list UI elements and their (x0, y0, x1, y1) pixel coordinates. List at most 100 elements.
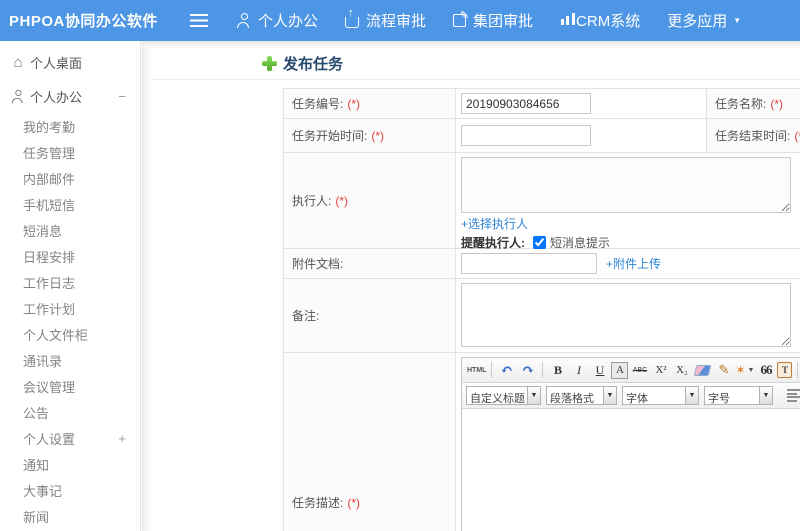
custom-title-select[interactable]: 自定义标题 ▼ (466, 386, 541, 405)
sidebar-item-label: 内部邮件 (23, 171, 76, 187)
executor-label: 执行人: (*) (284, 153, 456, 248)
sidebar-item-label: 个人桌面 (30, 55, 83, 71)
topbar-shadow (142, 41, 800, 48)
sidebar-item[interactable]: 工作计划 (0, 295, 140, 321)
user-icon (11, 89, 25, 103)
remark-label: 备注: (284, 279, 456, 352)
font-background-button[interactable]: A (611, 361, 629, 379)
caret-down-icon: ▼ (747, 366, 755, 374)
topnav-item-1[interactable]: 个人办公 (236, 10, 318, 31)
sidebar-item[interactable]: 个人办公 − (0, 79, 140, 113)
topnav-item-label: 流程审批 (366, 13, 427, 30)
italic-button[interactable]: I (569, 361, 588, 380)
editor-toolbar-row1: HTML↶↷BIUAABCX²X₂✎✶▼66TA▼ (462, 358, 800, 383)
redo-icon[interactable]: ↷ (518, 361, 537, 380)
underline-button[interactable]: U (590, 361, 609, 380)
expand-icon[interactable]: + (118, 431, 126, 446)
topnav-item-3[interactable]: 集团审批 (453, 9, 534, 31)
page-title-bar: 发布任务 (142, 48, 800, 80)
sidebar-item-label: 大事记 (23, 483, 63, 499)
sidebar-item[interactable]: 日程安排 (0, 243, 140, 269)
sidebar-item[interactable]: 内部邮件 (0, 165, 140, 191)
sidebar-item[interactable]: 个人设置 + (0, 425, 140, 451)
publish-task-form: 任务编号: (*) 任务名称: (*) 任务开始时间: (*) (283, 88, 800, 531)
task-number-input[interactable] (461, 93, 591, 114)
editor-content-area[interactable] (462, 409, 800, 531)
collapse-icon[interactable]: − (118, 89, 126, 104)
dropdown-value: 字号 (704, 386, 760, 405)
sidebar-item[interactable]: 通知 (0, 451, 140, 477)
sidebar-item[interactable]: 新闻 (0, 503, 140, 529)
caret-down-icon[interactable]: ▼ (760, 386, 773, 405)
sidebar-shadow (142, 48, 153, 531)
sidebar-item[interactable]: 任务管理 (0, 139, 140, 165)
sidebar-item[interactable]: 工作日志 (0, 269, 140, 295)
bold-button[interactable]: B (548, 361, 567, 380)
topnav-item-5[interactable]: 更多应用 ▼ (667, 10, 741, 31)
start-time-input[interactable] (461, 125, 591, 146)
sidebar-item[interactable]: 通讯录 (0, 347, 140, 373)
executor-textarea[interactable] (461, 157, 791, 213)
row-attachment: 附件文档: +附件上传 (284, 249, 800, 279)
sidebar-item[interactable]: ⌂ 个人桌面 (0, 45, 140, 79)
caret-down-icon[interactable]: ▼ (604, 386, 617, 405)
topnav-item-label: 更多应用 (667, 13, 728, 30)
topnav: 个人办公 流程审批 集团审批 CRM系统 更多应用 ▼ (236, 8, 768, 31)
row-remark: 备注: (284, 279, 800, 353)
sidebar-item-label: 个人办公 (30, 89, 83, 105)
undo-icon[interactable]: ↶ (497, 361, 516, 380)
page-title: 发布任务 (283, 56, 344, 73)
paragraph-format-select[interactable]: 段落格式 ▼ (546, 386, 617, 405)
alignment-buttons (786, 388, 800, 403)
toolbar-separator (797, 362, 799, 378)
choose-executor-link[interactable]: +选择执行人 (461, 216, 528, 232)
strikethrough-button[interactable]: ABC (630, 361, 649, 380)
attachment-input[interactable] (461, 253, 597, 274)
required-mark: (*) (371, 128, 385, 143)
align-left-icon[interactable] (786, 388, 800, 403)
superscript-button[interactable]: X² (651, 361, 670, 380)
blockquote-button[interactable]: 66 (756, 361, 775, 380)
hamburger-icon[interactable] (190, 13, 208, 17)
task-name-label: 任务名称: (*) (706, 89, 800, 118)
row-task-time: 任务开始时间: (*) 任务结束时间: (*) (284, 119, 800, 153)
sidebar-item-label: 手机短信 (23, 197, 76, 213)
sidebar-item[interactable]: 大事记 (0, 477, 140, 503)
attachment-label: 附件文档: (284, 249, 456, 278)
remove-format-icon[interactable] (693, 361, 712, 380)
font-size-select[interactable]: 字号 ▼ (704, 386, 773, 405)
toolbar-separator (491, 362, 493, 378)
editor-toolbar-row2: 自定义标题 ▼ 段落格式 ▼ 字体 ▼ 字号 ▼ (462, 383, 800, 409)
topbar: PHPOA协同办公软件 个人办公 流程审批 集团审批 CRM系统 更多应用 ▼ (0, 0, 800, 41)
autotypeset-icon[interactable]: ✶ ▼ (735, 361, 754, 380)
task-number-label: 任务编号: (*) (284, 89, 456, 118)
template-button[interactable]: T (777, 362, 793, 378)
format-brush-icon[interactable]: ✎ (714, 361, 733, 380)
sidebar-item[interactable]: 会议管理 (0, 373, 140, 399)
sidebar-item[interactable]: 公告 (0, 399, 140, 425)
sidebar-item[interactable]: 手机短信 (0, 191, 140, 217)
html-source-button[interactable]: HTML (467, 361, 486, 380)
subscript-button[interactable]: X₂ (672, 361, 691, 380)
chart-icon (560, 13, 575, 25)
font-family-select[interactable]: 字体 ▼ (622, 386, 699, 405)
remark-textarea[interactable] (461, 283, 791, 347)
topnav-item-4[interactable]: CRM系统 (560, 10, 640, 31)
attachment-upload-link[interactable]: +附件上传 (606, 255, 661, 272)
topnav-item-label: 集团审批 (473, 13, 534, 30)
sidebar-item[interactable]: 我的考勤 (0, 113, 140, 139)
sidebar-item-label: 会议管理 (23, 379, 76, 395)
dropdown-value: 自定义标题 (466, 386, 528, 405)
main-content: 发布任务 任务编号: (*) 任务名称: (*) (142, 41, 800, 531)
caret-down-icon[interactable]: ▼ (528, 386, 541, 405)
topnav-item-label: 个人办公 (258, 13, 319, 30)
topnav-item-2[interactable]: 流程审批 (345, 8, 427, 31)
sidebar-item[interactable]: 短消息 (0, 217, 140, 243)
sms-checkbox[interactable] (533, 236, 546, 249)
edit-icon (453, 9, 469, 27)
sidebar-item-label: 任务管理 (23, 145, 76, 161)
sidebar-item[interactable]: 个人文件柜 (0, 321, 140, 347)
toolbar-separator (542, 362, 544, 378)
caret-down-icon[interactable]: ▼ (686, 386, 699, 405)
dropdown-value: 字体 (622, 386, 686, 405)
